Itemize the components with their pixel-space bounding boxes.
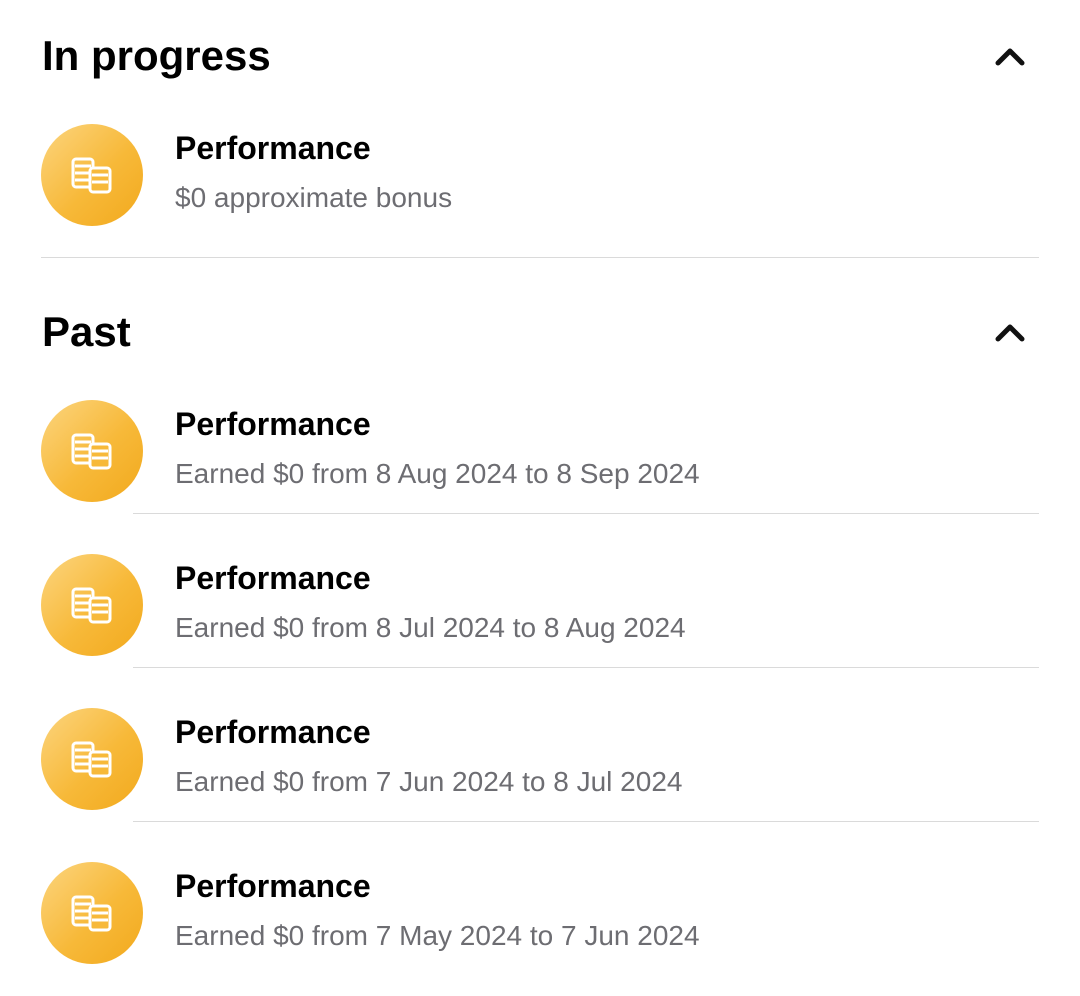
list-item[interactable]: Performance Earned $0 from 7 Jun 2024 to… (0, 688, 1080, 842)
item-subtitle: Earned $0 from 8 Aug 2024 to 8 Sep 2024 (175, 458, 700, 489)
list-item[interactable]: Performance Earned $0 from 7 May 2024 to… (0, 842, 1080, 996)
section-divider (41, 257, 1039, 258)
row-divider (133, 821, 1039, 822)
past-collapse-button[interactable] (982, 306, 1038, 358)
chevron-up-icon (995, 324, 1025, 342)
coins-icon (71, 741, 112, 778)
coin-badge (41, 554, 143, 656)
coin-badge (41, 400, 143, 502)
coins-icon (71, 433, 112, 470)
item-subtitle: Earned $0 from 7 Jun 2024 to 8 Jul 2024 (175, 766, 683, 797)
item-subtitle: $0 approximate bonus (175, 182, 453, 213)
item-title: Performance (175, 406, 371, 442)
list-item[interactable]: Performance $0 approximate bonus (0, 104, 1080, 258)
coin-badge (41, 862, 143, 964)
item-subtitle: Earned $0 from 8 Jul 2024 to 8 Aug 2024 (175, 612, 686, 643)
item-title: Performance (175, 868, 371, 904)
coins-icon (71, 895, 112, 932)
past-section-header: Past (0, 292, 1080, 372)
list-item[interactable]: Performance Earned $0 from 8 Aug 2024 to… (0, 380, 1080, 534)
row-divider (133, 513, 1039, 514)
row-divider (133, 667, 1039, 668)
in-progress-collapse-button[interactable] (982, 30, 1038, 82)
item-title: Performance (175, 560, 371, 596)
in-progress-section-title: In progress (42, 32, 271, 79)
coins-icon (71, 587, 112, 624)
past-section-title: Past (42, 308, 131, 355)
coin-badge (41, 708, 143, 810)
chevron-up-icon (995, 48, 1025, 66)
item-title: Performance (175, 130, 371, 166)
in-progress-section-header: In progress (0, 16, 1080, 96)
item-title: Performance (175, 714, 371, 750)
item-subtitle: Earned $0 from 7 May 2024 to 7 Jun 2024 (175, 920, 700, 951)
coins-icon (71, 157, 112, 194)
list-item[interactable]: Performance Earned $0 from 8 Jul 2024 to… (0, 534, 1080, 688)
coin-badge (41, 124, 143, 226)
